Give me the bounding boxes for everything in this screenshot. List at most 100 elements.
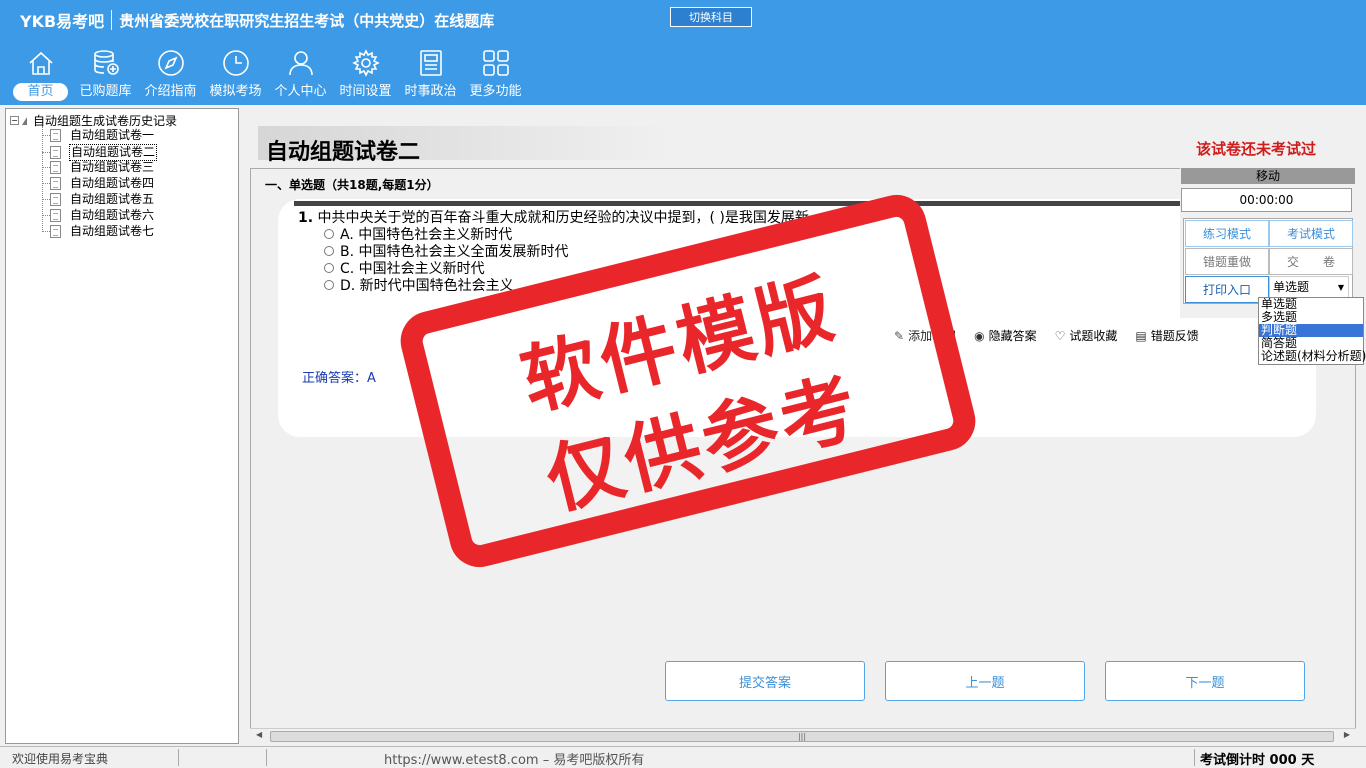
clock-icon <box>222 50 249 76</box>
brand: YKB易考吧 贵州省委党校在职研究生招生考试（中共党史）在线题库 <box>20 8 494 32</box>
brand-divider <box>111 10 113 30</box>
document-icon <box>50 161 61 174</box>
action-label: 隐藏答案 <box>988 329 1037 343</box>
paper-title: 自动组题试卷二 <box>266 140 421 165</box>
tree-expand-arrow-icon <box>22 116 27 125</box>
tree-item-selected[interactable]: 自动组题试卷二 <box>42 144 158 161</box>
grid-icon <box>482 50 509 76</box>
eye-icon: ◉ <box>974 328 985 343</box>
practice-mode-button[interactable]: 练习模式 <box>1185 220 1269 247</box>
nav-current-affairs[interactable]: 时事政治 <box>398 48 463 104</box>
scroll-right-icon[interactable]: ▶ <box>1344 730 1350 739</box>
select-value: 单选题 <box>1273 280 1310 294</box>
nav-profile[interactable]: 个人中心 <box>268 48 333 104</box>
option-label: D. 新时代中国特色社会主义 <box>340 278 514 294</box>
scrollbar-thumb[interactable]: ||| <box>270 731 1334 742</box>
move-handle[interactable]: 移动 <box>1181 168 1355 184</box>
tree-item-label: 自动组题试卷五 <box>70 192 155 206</box>
question-type-select[interactable]: 单选题 ▼ <box>1269 276 1349 299</box>
option-d[interactable]: D. 新时代中国特色社会主义 <box>324 275 514 295</box>
nav-label: 已购题库 <box>79 84 132 99</box>
paper-history-tree: − 自动组题生成试卷历史记录 自动组题试卷一 自动组题试卷二 自动组题试卷三 自… <box>5 108 239 744</box>
nav-mock-exam[interactable]: 模拟考场 <box>203 48 268 104</box>
radio-button[interactable] <box>324 263 334 273</box>
nav-label: 首页 <box>13 83 68 101</box>
status-divider <box>266 749 267 766</box>
favorite-question-button[interactable]: ♡ 试题收藏 <box>1055 327 1118 344</box>
nav-guide[interactable]: 介绍指南 <box>138 48 203 104</box>
welcome-text: 欢迎使用易考宝典 <box>12 752 109 766</box>
print-entry-button[interactable]: 打印入口 <box>1185 276 1269 303</box>
app-title: 贵州省委党校在职研究生招生考试（中共党史）在线题库 <box>119 11 495 30</box>
nav-label: 更多功能 <box>469 84 522 99</box>
gear-icon <box>351 49 380 77</box>
radio-button[interactable] <box>324 280 334 290</box>
tree-item[interactable]: 自动组题试卷七 <box>42 224 155 239</box>
app-header: YKB易考吧 贵州省委党校在职研究生招生考试（中共党史）在线题库 切换科目 首页… <box>0 0 1366 105</box>
action-label: 试题收藏 <box>1069 329 1118 343</box>
scroll-left-icon[interactable]: ◀ <box>256 730 262 739</box>
compass-icon <box>157 50 184 76</box>
exam-status: 该试卷还未考试过 <box>1196 140 1317 158</box>
timer-display: 00:00:00 <box>1181 188 1352 212</box>
status-divider <box>1194 749 1195 766</box>
heart-icon: ♡ <box>1054 328 1066 343</box>
nav-time-settings[interactable]: 时间设置 <box>333 48 398 104</box>
nav-more[interactable]: 更多功能 <box>463 48 528 104</box>
submit-answer-button[interactable]: 提交答案 <box>665 661 865 701</box>
tree-item[interactable]: 自动组题试卷四 <box>42 176 155 191</box>
control-panel: 移动 00:00:00 练习模式 考试模式 错题重做 交 卷 打印入口 单选题 … <box>1180 168 1366 318</box>
copyright-url: https://www.etest8.com – 易考吧版权所有 <box>384 753 645 768</box>
nav-label: 介绍指南 <box>144 84 197 99</box>
feedback-icon: ▤ <box>1135 328 1147 343</box>
news-icon <box>419 50 442 76</box>
radio-button[interactable] <box>324 246 334 256</box>
tree-item-label: 自动组题试卷三 <box>70 160 155 174</box>
horizontal-scrollbar[interactable]: ◀ ||| ▶ <box>250 728 1356 744</box>
database-icon <box>93 50 119 75</box>
document-icon <box>50 129 61 142</box>
user-icon <box>288 51 313 76</box>
radio-button[interactable] <box>324 229 334 239</box>
tree-item[interactable]: 自动组题试卷三 <box>42 160 155 175</box>
tree-item[interactable]: 自动组题试卷一 <box>42 128 155 143</box>
tree-item-label: 自动组题试卷四 <box>70 176 155 190</box>
nav-label: 时事政治 <box>404 84 457 99</box>
document-icon <box>50 209 61 222</box>
tree-item-label: 自动组题试卷一 <box>70 128 155 142</box>
tree-item-label: 自动组题试卷二 <box>69 144 158 161</box>
tree-root-label: 自动组题生成试卷历史记录 <box>33 114 178 128</box>
next-question-button[interactable]: 下一题 <box>1105 661 1305 701</box>
action-label: 错题反馈 <box>1150 329 1199 343</box>
previous-question-button[interactable]: 上一题 <box>885 661 1085 701</box>
hide-answer-button[interactable]: ◉ 隐藏答案 <box>974 327 1037 344</box>
collapse-icon[interactable]: − <box>10 116 19 125</box>
redo-wrong-button[interactable]: 错题重做 <box>1185 248 1269 275</box>
tree-item[interactable]: 自动组题试卷五 <box>42 192 155 207</box>
nav-purchased[interactable]: 已购题库 <box>73 48 138 104</box>
document-icon <box>50 225 61 238</box>
home-icon <box>28 51 53 75</box>
document-icon <box>50 177 61 190</box>
hand-in-button[interactable]: 交 卷 <box>1269 248 1353 275</box>
nav-label: 时间设置 <box>339 84 392 99</box>
error-feedback-button[interactable]: ▤ 错题反馈 <box>1135 327 1198 344</box>
section-heading: 一、单选题（共18题,每题1分） <box>265 178 439 192</box>
chevron-down-icon[interactable]: ▼ <box>1338 277 1344 298</box>
dropdown-option[interactable]: 论述题(材料分析题) <box>1259 350 1366 363</box>
exam-countdown: 考试倒计时 000 天 <box>1200 753 1315 768</box>
question-number: 1. <box>298 210 314 226</box>
control-buttons: 练习模式 考试模式 错题重做 交 卷 打印入口 单选题 ▼ <box>1183 218 1353 304</box>
tree-item-label: 自动组题试卷七 <box>70 224 155 238</box>
exam-mode-button[interactable]: 考试模式 <box>1269 220 1353 247</box>
document-icon <box>50 193 61 206</box>
nav-label: 个人中心 <box>274 84 327 99</box>
question-type-dropdown: 单选题 多选题 判断题 简答题 论述题(材料分析题) <box>1258 297 1366 365</box>
correct-answer: 正确答案：A <box>302 371 376 386</box>
tree-item[interactable]: 自动组题试卷六 <box>42 208 155 223</box>
tree-root[interactable]: − 自动组题生成试卷历史记录 <box>10 112 177 129</box>
switch-subject-button[interactable]: 切换科目 <box>670 7 752 27</box>
brand-logo: YKB易考吧 <box>20 12 105 31</box>
tree-item-label: 自动组题试卷六 <box>70 208 155 222</box>
nav-home[interactable]: 首页 <box>8 48 73 104</box>
